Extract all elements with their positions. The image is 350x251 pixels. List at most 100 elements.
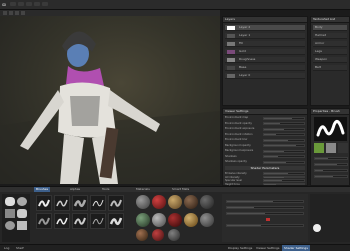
alpha-thumb-icon[interactable]	[5, 197, 15, 206]
material-sphere[interactable]	[168, 213, 182, 227]
alpha-thumb-icon[interactable]	[17, 209, 27, 218]
brush-thumb[interactable]	[54, 195, 70, 211]
size-slider[interactable]	[314, 157, 348, 160]
material-sphere[interactable]	[152, 229, 164, 241]
roughness-swatch[interactable]	[326, 143, 336, 153]
material-sphere[interactable]	[184, 195, 198, 209]
viewer-setting-slider[interactable]	[263, 122, 305, 125]
alpha-preview-icon[interactable]	[313, 224, 321, 232]
shelf-tab-alphas[interactable]: Alphas	[68, 187, 82, 192]
viewer-setting-slider[interactable]	[263, 160, 305, 164]
texture-set-item[interactable]: Belt	[313, 65, 347, 71]
brush-thumb[interactable]	[36, 195, 52, 211]
color-marker[interactable]	[266, 218, 270, 221]
shelf-category-list[interactable]	[2, 194, 30, 242]
tab-log[interactable]: Log	[2, 245, 11, 251]
properties-panel: Properties - Brush	[310, 108, 350, 186]
alpha-thumb-icon[interactable]	[17, 221, 27, 230]
tab-display-settings[interactable]: Display Settings	[226, 245, 254, 251]
texture-set-item[interactable]: Armor	[313, 41, 347, 47]
3d-viewport[interactable]	[0, 16, 220, 184]
projection-tool-icon[interactable]	[15, 11, 19, 15]
paint-tool-icon[interactable]	[3, 11, 7, 15]
layers-panel-header: Layers	[223, 17, 307, 23]
menu-file[interactable]	[10, 2, 16, 6]
viewer-setting-slider[interactable]	[263, 138, 305, 142]
material-sphere[interactable]	[200, 213, 214, 227]
app-logo: ꝏ	[2, 2, 7, 7]
material-sphere[interactable]	[136, 195, 150, 209]
viewer-setting-slider[interactable]	[263, 144, 305, 147]
menu-bar: ꝏ	[0, 0, 350, 10]
layer-row[interactable]: Layer 0	[225, 73, 305, 79]
alpha-thumb-icon[interactable]	[5, 209, 15, 218]
material-sphere[interactable]	[136, 229, 148, 241]
texture-set-item[interactable]: Legs	[313, 49, 347, 55]
material-sphere[interactable]	[200, 195, 214, 209]
menu-window[interactable]	[34, 2, 40, 6]
character-model-icon	[0, 31, 220, 184]
material-sphere[interactable]	[184, 213, 198, 227]
clone-tool-icon[interactable]	[21, 11, 25, 15]
shelf-tab-tools[interactable]: Tools	[100, 187, 111, 192]
viewer-setting-label: Environment opacity	[225, 121, 252, 125]
viewer-setting-slider[interactable]	[263, 133, 305, 136]
tab-viewer-settings[interactable]: Viewer Settings	[254, 245, 281, 251]
layer-row[interactable]: Gold	[225, 49, 305, 55]
angle-slider[interactable]	[314, 175, 348, 178]
shader-setting-slider[interactable]	[263, 175, 305, 178]
viewer-setting-slider[interactable]	[263, 155, 305, 158]
alpha-thumb-icon[interactable]	[5, 221, 15, 230]
opacity-slider[interactable]	[226, 200, 304, 203]
layer-row[interactable]: Layer 2	[225, 25, 305, 31]
brush-stroke-icon	[73, 199, 87, 208]
shelf-tab-smart-materials[interactable]: Smart Mats	[170, 187, 191, 192]
eraser-tool-icon[interactable]	[9, 11, 13, 15]
flow-slider[interactable]	[314, 163, 348, 166]
brush-thumb[interactable]	[108, 195, 124, 211]
material-sphere[interactable]	[152, 213, 166, 227]
viewer-setting-slider[interactable]	[263, 127, 305, 131]
brush-thumb[interactable]	[54, 213, 70, 229]
brush-thumb[interactable]	[72, 213, 88, 229]
layer-row[interactable]: Layer 1	[225, 33, 305, 39]
shader-setting-slider[interactable]	[263, 182, 305, 185]
tab-shader-settings[interactable]: Shader Settings	[282, 245, 310, 251]
brush-thumb[interactable]	[72, 195, 88, 211]
shelf-tab-materials[interactable]: Materials	[134, 187, 152, 192]
tab-shelf[interactable]: Shelf	[14, 245, 26, 251]
menu-mode[interactable]	[26, 2, 32, 6]
material-sphere[interactable]	[168, 229, 180, 241]
spacing-slider[interactable]	[314, 169, 348, 172]
material-sphere[interactable]	[168, 195, 182, 209]
layer-row[interactable]: Base	[225, 65, 305, 71]
layer-row[interactable]: Roughness	[225, 57, 305, 63]
jitter-slider[interactable]	[226, 212, 304, 215]
menu-help[interactable]	[42, 2, 48, 6]
brush-stroke-icon	[109, 217, 123, 226]
layer-row[interactable]: Fill	[225, 41, 305, 47]
material-sphere[interactable]	[152, 195, 166, 209]
texture-set-item[interactable]: Helmet	[313, 33, 347, 39]
tilt-slider[interactable]	[226, 224, 304, 227]
viewer-setting-slider[interactable]	[263, 149, 305, 153]
brush-settings-area	[222, 194, 308, 242]
shelf-tab-brushes[interactable]: Brushes	[34, 187, 51, 192]
texture-set-item[interactable]: Weapon	[313, 57, 347, 63]
brush-thumb[interactable]	[108, 213, 124, 229]
viewer-setting-slider[interactable]	[263, 116, 305, 120]
layers-panel-title: Layers	[225, 17, 235, 21]
viewer-setting-label: Environment rotation	[225, 132, 253, 136]
shader-setting-slider[interactable]	[263, 179, 305, 182]
shader-setting-slider[interactable]	[263, 172, 305, 175]
texture-set-item[interactable]: Body	[313, 25, 347, 31]
material-sphere[interactable]	[136, 213, 150, 227]
brush-thumb[interactable]	[90, 195, 106, 211]
alpha-thumb-icon[interactable]	[17, 197, 27, 206]
menu-edit[interactable]	[18, 2, 24, 6]
brush-thumb[interactable]	[36, 213, 52, 229]
hardness-slider[interactable]	[226, 206, 304, 209]
brush-thumb[interactable]	[90, 213, 106, 229]
metallic-swatch[interactable]	[338, 143, 348, 153]
color-swatch[interactable]	[314, 143, 324, 153]
